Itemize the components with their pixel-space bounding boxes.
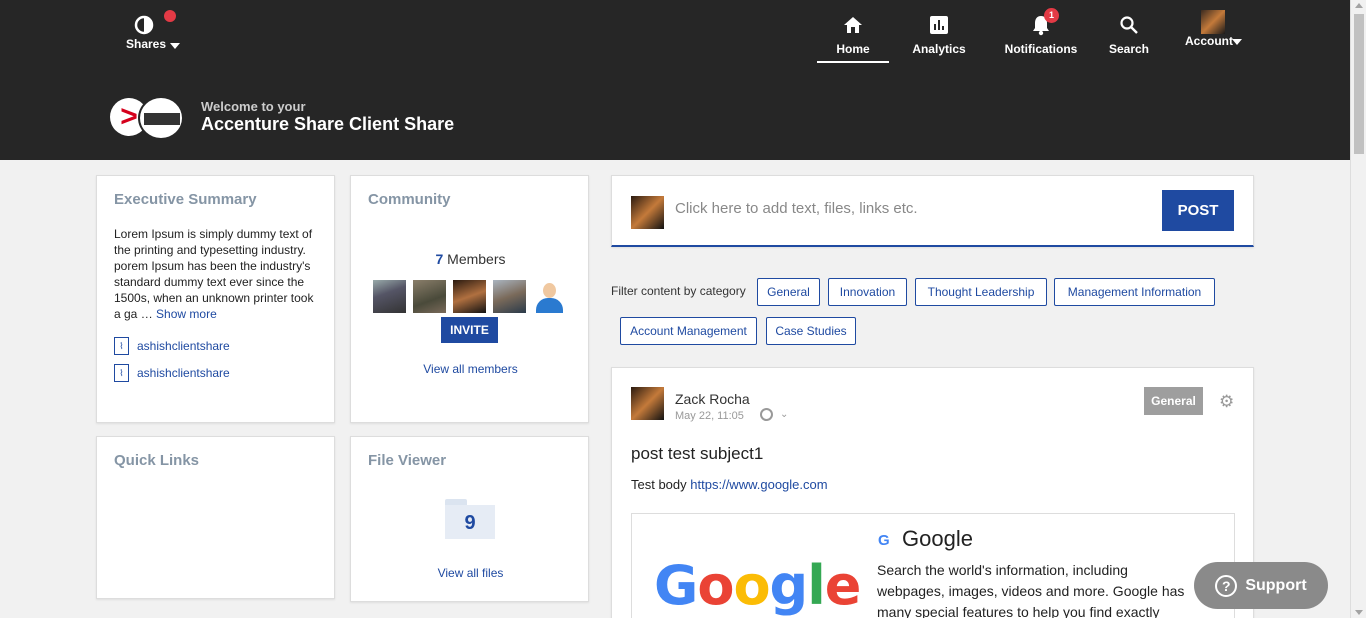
home-icon [844, 17, 862, 33]
google-logo: Google [654, 554, 861, 617]
scroll-down-icon[interactable] [1355, 610, 1363, 615]
file-count: 9 [445, 505, 495, 539]
nav-search[interactable]: Search [1106, 10, 1152, 62]
nav-search-label: Search [1108, 42, 1150, 56]
chevron-down-icon [1232, 39, 1242, 45]
help-icon: ? [1215, 574, 1238, 597]
post-body: Test body https://www.google.com [631, 477, 828, 492]
post-category-badge: General [1144, 387, 1203, 415]
scroll-up-icon[interactable] [1355, 3, 1363, 8]
show-more-link[interactable]: Show more [156, 307, 217, 321]
chevron-down-icon [170, 43, 180, 49]
support-label: Support [1245, 576, 1307, 594]
google-favicon-icon: G [878, 532, 890, 549]
member-avatar[interactable] [453, 280, 486, 313]
filter-chip-innovation[interactable]: Innovation [828, 278, 907, 306]
user-avatar [631, 196, 664, 229]
shares-label: Shares [126, 37, 167, 51]
post-subject: post test subject1 [631, 444, 764, 463]
composer-input[interactable]: Click here to add text, files, links etc… [675, 200, 918, 217]
link-preview-description: Search the world's information, includin… [877, 562, 1185, 618]
member-avatar[interactable] [413, 280, 446, 313]
author-avatar[interactable] [631, 387, 664, 420]
member-count-number: 7 [435, 251, 444, 267]
shares-logo-icon [134, 15, 154, 35]
analytics-icon [930, 16, 948, 34]
filter-chip-account-management[interactable]: Account Management [620, 317, 757, 345]
view-all-members-link[interactable]: View all members [351, 362, 590, 376]
attachment-name: ashishclientshare [137, 339, 230, 353]
members-count: 7 Members [351, 251, 590, 267]
nav-analytics[interactable]: Analytics [906, 10, 972, 62]
link-preview-title: Google [902, 526, 973, 551]
welcome-subtitle: Welcome to your [201, 99, 306, 114]
quick-links-card: Quick Links [96, 436, 335, 599]
attachment-link[interactable]: ⌇ ashishclientshare [114, 337, 230, 355]
nav-home[interactable]: Home [817, 10, 889, 63]
client-logo [138, 96, 184, 140]
nav-account[interactable]: Account [1180, 10, 1246, 62]
notifications-badge: 1 [1044, 8, 1059, 23]
gear-icon[interactable]: ⚙ [1219, 392, 1234, 412]
executive-summary-card: Executive Summary Lorem Ipsum is simply … [96, 175, 335, 423]
search-icon [1120, 16, 1138, 34]
link-preview[interactable]: Google G Google Search the world's infor… [631, 513, 1235, 618]
post-body-text: Test body [631, 477, 687, 492]
shares-menu[interactable]: Shares [122, 10, 182, 56]
client-logos: > [110, 96, 185, 140]
community-title: Community [368, 191, 451, 208]
attachment-name: ashishclientshare [137, 366, 230, 380]
support-button[interactable]: ? Support [1194, 562, 1328, 609]
filter-chip-management-information[interactable]: Management Information [1054, 278, 1215, 306]
nav-home-label: Home [836, 42, 870, 56]
account-avatar [1201, 10, 1225, 34]
file-viewer-title: File Viewer [368, 452, 447, 469]
filter-chip-thought-leadership[interactable]: Thought Leadership [915, 278, 1047, 306]
post-timestamp: May 22, 11:05 [675, 410, 744, 422]
filter-chip-general[interactable]: General [757, 278, 820, 306]
chevron-down-icon[interactable]: ⌄ [780, 409, 788, 420]
member-avatar[interactable] [373, 280, 406, 313]
filter-label: Filter content by category [611, 284, 746, 298]
invite-button[interactable]: INVITE [441, 317, 498, 343]
member-avatar[interactable] [493, 280, 526, 313]
quick-links-title: Quick Links [114, 452, 200, 469]
post-body-link[interactable]: https://www.google.com [690, 477, 827, 492]
folder-icon[interactable]: 9 [445, 499, 495, 539]
post-button[interactable]: POST [1162, 190, 1234, 231]
view-all-files-link[interactable]: View all files [351, 566, 590, 580]
scrollbar[interactable] [1350, 0, 1366, 618]
filter-chip-case-studies[interactable]: Case Studies [766, 317, 856, 345]
globe-icon[interactable] [760, 408, 773, 421]
top-bar: Shares Home Analytics 1 Notifications Se… [0, 0, 1350, 160]
post-composer: Click here to add text, files, links etc… [611, 175, 1254, 247]
member-avatars [373, 280, 566, 313]
nav-account-label: Account [1185, 34, 1233, 48]
nav-notifications-label: Notifications [1004, 42, 1078, 56]
community-card: Community 7 Members INVITE View all memb… [350, 175, 589, 423]
nav-analytics-label: Analytics [912, 42, 966, 56]
share-title: Accenture Share Client Share [201, 114, 455, 134]
file-viewer-card: File Viewer 9 View all files [350, 436, 589, 602]
post-author[interactable]: Zack Rocha [675, 391, 750, 407]
member-avatar[interactable] [533, 280, 566, 313]
attachment-link[interactable]: ⌇ ashishclientshare [114, 364, 230, 382]
pdf-file-icon: ⌇ [114, 364, 129, 382]
scrollbar-thumb[interactable] [1354, 14, 1364, 154]
feed-post: Zack Rocha May 22, 11:05 ⌄ General ⚙ pos… [611, 367, 1254, 618]
nav-notifications[interactable]: 1 Notifications [1004, 8, 1078, 62]
pdf-file-icon: ⌇ [114, 337, 129, 355]
shares-notification-dot [164, 10, 176, 22]
executive-summary-body: Lorem Ipsum is simply dummy text of the … [114, 226, 322, 322]
executive-summary-title: Executive Summary [114, 191, 257, 208]
members-label: Members [447, 251, 506, 267]
